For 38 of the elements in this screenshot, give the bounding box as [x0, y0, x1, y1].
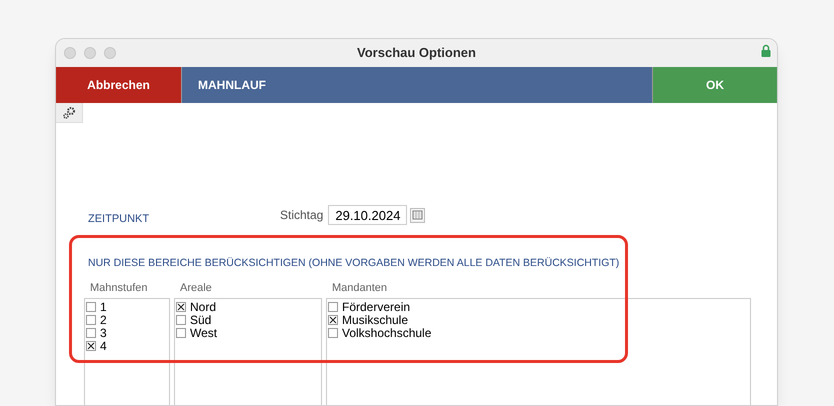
checkbox[interactable]	[176, 302, 186, 312]
checkbox[interactable]	[86, 341, 96, 351]
checkbox-label: Musikschule	[342, 314, 408, 326]
checkbox-label: Nord	[190, 300, 216, 314]
cancel-button[interactable]: Abbrechen	[56, 67, 181, 103]
checkbox-label: West	[190, 326, 218, 340]
minimize-button[interactable]	[84, 47, 96, 59]
checkbox-label: 2	[100, 314, 107, 326]
checkbox-label: 1	[100, 300, 107, 314]
checkbox-label: 3	[100, 326, 107, 340]
checkbox-label: Süd	[190, 314, 212, 326]
list-label: Mahnstufen	[89, 280, 148, 296]
checkbox[interactable]	[328, 315, 338, 325]
settings-button[interactable]	[56, 103, 83, 123]
list-label: Areale	[179, 280, 213, 296]
checkbox[interactable]	[328, 328, 338, 338]
checkbox[interactable]	[176, 328, 186, 338]
checkbox-label: Förderverein	[342, 300, 410, 314]
date-field[interactable]: 29.10.2024	[328, 205, 408, 226]
window-title: Vorschau Optionen	[356, 44, 477, 62]
list-label: Mandanten	[331, 280, 388, 296]
checkbox[interactable]	[328, 302, 338, 312]
checkbox-label: Volkshochschule	[342, 326, 432, 340]
close-button[interactable]	[64, 47, 76, 59]
checkbox[interactable]	[86, 315, 96, 325]
ok-button[interactable]: OK	[652, 67, 777, 103]
settings-icon	[62, 106, 76, 120]
lock-icon	[761, 44, 771, 57]
toolbar-title: MAHNLAUF	[198, 77, 266, 94]
checkbox-label: 4	[100, 340, 107, 352]
checkbox[interactable]	[176, 315, 186, 325]
field-label: Stichtag	[280, 207, 324, 224]
checkbox[interactable]	[86, 302, 96, 312]
section-heading: ZEITPUNKT	[88, 212, 150, 227]
section-heading: NUR DIESE BEREICHE BERÜCKSICHTIGEN (OHNE VORGABEN WERDEN ALLE DATEN BERÜCKSICHTIGT)	[88, 256, 620, 268]
calendar-icon[interactable]	[410, 208, 426, 223]
zoom-button[interactable]	[104, 47, 116, 59]
checkbox[interactable]	[86, 328, 96, 338]
